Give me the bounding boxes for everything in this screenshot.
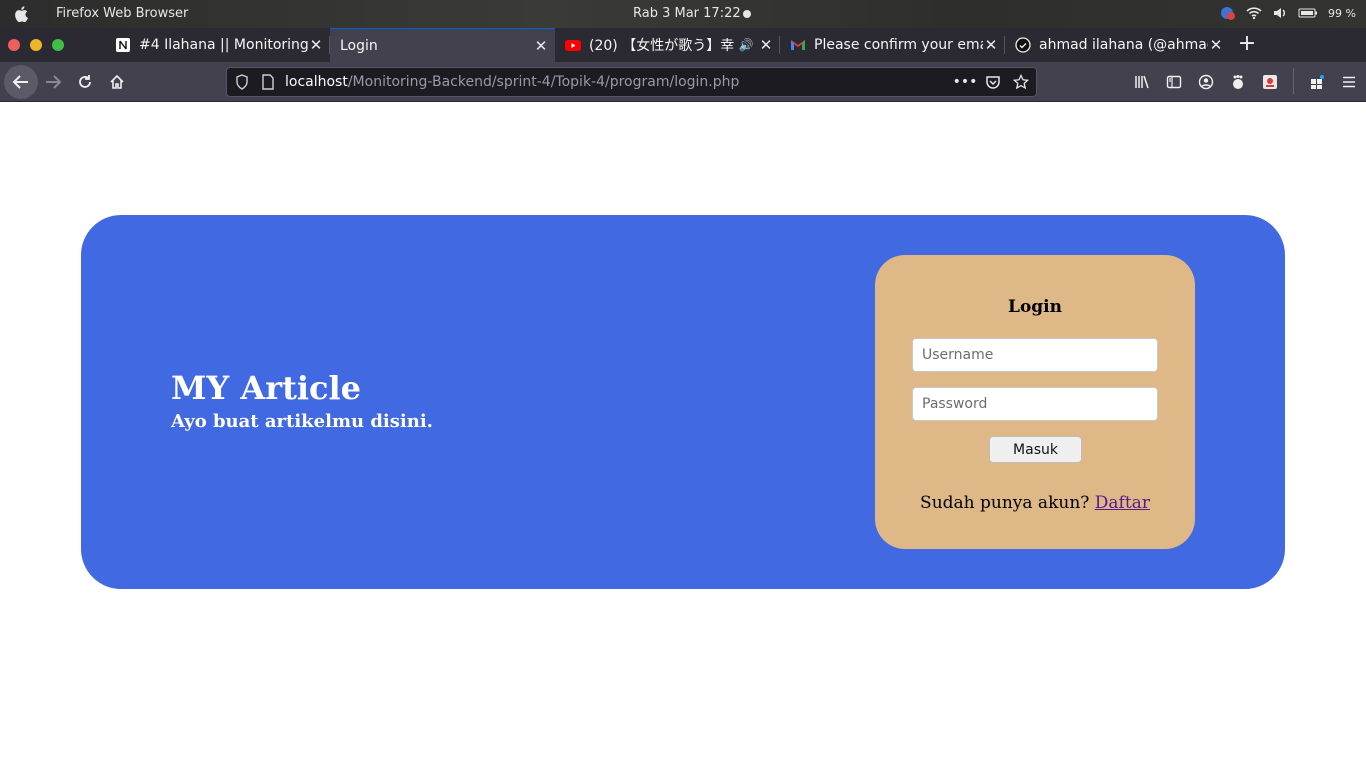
tab-strip: #4 Ilahana || Monitoring B ✕ Login ✕ (20… <box>0 28 1366 62</box>
youtube-icon <box>565 40 581 51</box>
tab-title: (20) 【女性が歌う】幸 <box>589 38 735 54</box>
url-host: localhost <box>285 74 348 90</box>
gmail-icon <box>791 40 805 50</box>
password-input[interactable] <box>912 387 1158 421</box>
tab-github[interactable]: ahmad ilahana (@ahmad ✕ <box>1005 28 1230 62</box>
login-card: Login Masuk Sudah punya akun? Daftar <box>875 255 1195 549</box>
reload-icon <box>79 75 91 88</box>
submit-button[interactable]: Masuk <box>989 436 1082 463</box>
tab-gmail[interactable]: Please confirm your ema ✕ <box>780 28 1005 62</box>
page-content: MY Article Ayo buat artikelmu disini. Lo… <box>0 102 1366 768</box>
hero-banner: MY Article Ayo buat artikelmu disini. Lo… <box>81 215 1285 589</box>
close-tab-icon[interactable]: ✕ <box>1208 36 1224 54</box>
tab-login[interactable]: Login ✕ <box>330 28 555 62</box>
clock[interactable]: Rab 3 Mar 17:22 <box>633 6 741 21</box>
tab-monitoring[interactable]: #4 Ilahana || Monitoring B ✕ <box>105 28 330 62</box>
back-button[interactable] <box>4 65 38 99</box>
nav-toolbar: localhost/Monitoring-Backend/sprint-4/To… <box>0 62 1366 102</box>
tab-title: #4 Ilahana || Monitoring B <box>139 37 308 53</box>
new-tab-button[interactable]: + <box>1236 30 1258 60</box>
home-button[interactable] <box>102 67 132 97</box>
tab-youtube[interactable]: (20) 【女性が歌う】幸 🔊 ✕ <box>555 28 780 62</box>
forward-arrow-icon <box>46 75 62 89</box>
tab-title: Please confirm your ema <box>814 37 983 53</box>
page-info-icon[interactable] <box>261 74 275 90</box>
home-icon <box>110 74 124 89</box>
bookmark-star-icon[interactable] <box>1012 72 1030 92</box>
hero-title: MY Article <box>171 369 362 407</box>
login-title: Login <box>1008 297 1062 317</box>
back-arrow-icon <box>12 75 28 89</box>
speaker-icon[interactable]: 🔊 <box>738 38 754 52</box>
extension-red-icon[interactable] <box>1261 72 1279 92</box>
battery-percent: 99 % <box>1328 6 1356 20</box>
close-tab-icon[interactable]: ✕ <box>533 37 549 55</box>
app-indicator-icon[interactable] <box>1220 5 1236 21</box>
signup-link[interactable]: Daftar <box>1095 493 1150 513</box>
signup-line: Sudah punya akun? Daftar <box>875 493 1195 513</box>
reload-button[interactable] <box>70 67 100 97</box>
tab-title: ahmad ilahana (@ahmad <box>1039 37 1208 53</box>
battery-icon[interactable] <box>1298 5 1318 21</box>
tracking-protection-icon[interactable] <box>235 74 249 90</box>
minimize-window-button[interactable] <box>30 39 42 51</box>
forward-button[interactable] <box>38 67 68 97</box>
url-text[interactable]: localhost/Monitoring-Backend/sprint-4/To… <box>285 74 739 90</box>
username-input[interactable] <box>912 338 1158 372</box>
active-app-name[interactable]: Firefox Web Browser <box>56 6 188 21</box>
extension-gnome-icon[interactable] <box>1229 72 1247 92</box>
tab-title: Login <box>340 37 378 54</box>
sidebar-icon[interactable] <box>1165 72 1183 92</box>
close-tab-icon[interactable]: ✕ <box>758 36 774 54</box>
extensions-puzzle-icon[interactable] <box>1308 72 1326 92</box>
pocket-icon[interactable] <box>984 72 1002 92</box>
notion-icon <box>116 38 130 52</box>
notification-dot <box>743 10 751 18</box>
close-window-button[interactable] <box>8 39 20 51</box>
page-actions-icon[interactable]: ••• <box>953 72 978 92</box>
close-tab-icon[interactable]: ✕ <box>308 36 324 54</box>
close-tab-icon[interactable]: ✕ <box>983 36 999 54</box>
url-bar[interactable]: localhost/Monitoring-Backend/sprint-4/To… <box>226 67 1037 97</box>
library-icon[interactable] <box>1133 72 1151 92</box>
github-icon <box>1015 37 1031 53</box>
volume-icon[interactable] <box>1272 5 1288 21</box>
account-icon[interactable] <box>1197 72 1215 92</box>
os-top-bar: Firefox Web Browser Rab 3 Mar 17:22 99 % <box>0 0 1366 28</box>
apple-icon[interactable] <box>14 5 30 23</box>
hamburger-menu-icon[interactable] <box>1340 72 1358 92</box>
url-path: /Monitoring-Backend/sprint-4/Topik-4/pro… <box>347 74 740 90</box>
maximize-window-button[interactable] <box>52 39 64 51</box>
wifi-icon[interactable] <box>1246 5 1262 21</box>
hero-subtitle: Ayo buat artikelmu disini. <box>171 411 433 432</box>
signup-text: Sudah punya akun? <box>920 493 1095 513</box>
system-tray: 99 % <box>1220 5 1356 21</box>
